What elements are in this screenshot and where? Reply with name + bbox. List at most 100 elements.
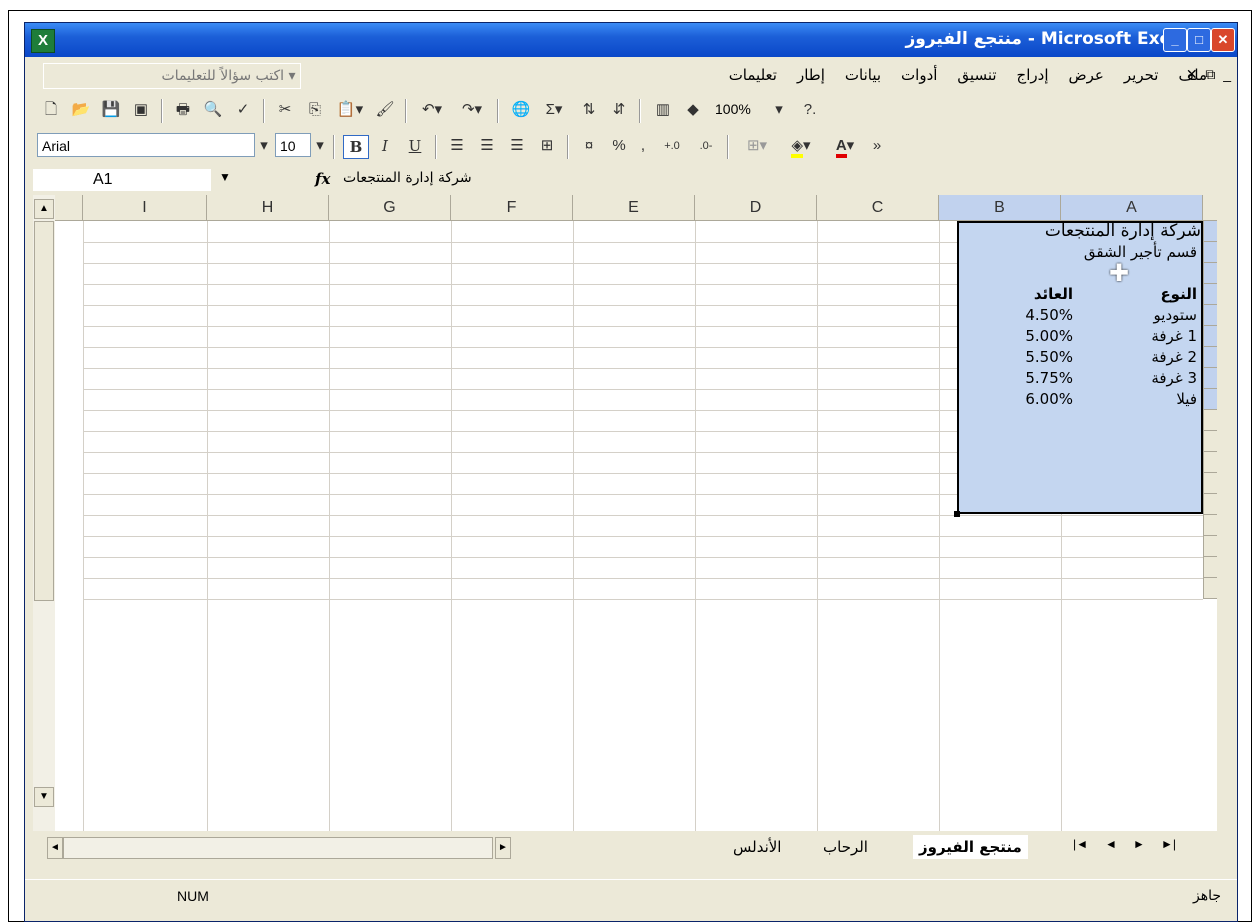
undo-icon[interactable]: ↶▾ bbox=[415, 99, 449, 121]
align-right-icon[interactable]: ☰ bbox=[505, 135, 529, 157]
new-icon[interactable]: 🗋 bbox=[39, 99, 63, 121]
bold-button[interactable]: B bbox=[343, 135, 369, 159]
row-header[interactable]: 12 bbox=[1203, 452, 1217, 473]
save-icon[interactable]: 💾 bbox=[99, 99, 123, 121]
hyperlink-icon[interactable]: 🌐 bbox=[509, 99, 533, 121]
scroll-thumb[interactable] bbox=[34, 221, 54, 601]
cell-a4[interactable]: النوع bbox=[1160, 284, 1197, 305]
row-header[interactable]: 16 bbox=[1203, 536, 1217, 557]
fill-color-icon[interactable]: ◈▾ bbox=[781, 135, 821, 158]
toolbar-options-icon[interactable]: » bbox=[867, 135, 887, 157]
column-header-h[interactable]: H bbox=[207, 195, 329, 221]
zoom-dropdown-icon[interactable]: ▾ bbox=[771, 99, 787, 121]
menu-window[interactable]: إطار bbox=[797, 66, 825, 84]
percent-icon[interactable]: % bbox=[607, 135, 631, 157]
column-header-e[interactable]: E bbox=[573, 195, 695, 221]
format-painter-icon[interactable]: 🖌 bbox=[373, 99, 397, 121]
cell-a7[interactable]: 2 غرفة bbox=[1151, 347, 1197, 368]
currency-icon[interactable]: ¤ bbox=[577, 135, 601, 157]
select-all-corner[interactable] bbox=[1203, 195, 1217, 221]
chart-wizard-icon[interactable]: ▥ bbox=[651, 99, 675, 121]
column-header-c[interactable]: C bbox=[817, 195, 939, 221]
menu-format[interactable]: تنسيق bbox=[957, 66, 996, 84]
spelling-icon[interactable]: ✓ bbox=[231, 99, 255, 121]
row-header[interactable]: 9 bbox=[1203, 389, 1217, 410]
close-button[interactable]: ✕ bbox=[1211, 28, 1235, 52]
column-header-a[interactable]: A bbox=[1061, 195, 1203, 221]
sheet-tab-fairouz[interactable]: منتجع الفيروز bbox=[913, 835, 1028, 859]
name-box-dropdown-icon[interactable]: ▼ bbox=[219, 170, 231, 184]
column-header-g[interactable]: G bbox=[329, 195, 451, 221]
menu-help[interactable]: تعليمات bbox=[729, 66, 777, 84]
print-preview-icon[interactable]: 🔍 bbox=[201, 99, 225, 121]
copy-icon[interactable]: ⎘ bbox=[303, 99, 327, 121]
autosum-icon[interactable]: Σ▾ bbox=[537, 99, 571, 121]
sort-descending-icon[interactable]: ⇵ bbox=[607, 99, 631, 121]
scroll-left-icon[interactable]: ◄ bbox=[47, 837, 63, 859]
sheet-tab-andalus[interactable]: الأندلس bbox=[733, 835, 781, 859]
scroll-right-icon[interactable]: ► bbox=[495, 837, 511, 859]
fill-handle[interactable] bbox=[954, 511, 960, 517]
row-header[interactable]: 13 bbox=[1203, 473, 1217, 494]
help-search-input[interactable]: اكتب سؤالاً للتعليمات ▾ bbox=[43, 63, 301, 89]
column-header-f[interactable]: F bbox=[451, 195, 573, 221]
row-header[interactable]: 2 bbox=[1203, 242, 1217, 263]
row-header[interactable]: 11 bbox=[1203, 431, 1217, 452]
underline-button[interactable]: U bbox=[403, 135, 427, 157]
paste-icon[interactable]: 📋▾ bbox=[333, 99, 367, 121]
cut-icon[interactable]: ✂ bbox=[273, 99, 297, 121]
name-box[interactable]: A1 bbox=[33, 169, 211, 191]
font-name-dropdown-icon[interactable]: ▾ bbox=[257, 135, 271, 157]
tab-first-icon[interactable]: |◄ bbox=[1073, 837, 1088, 851]
column-header-i[interactable]: I bbox=[83, 195, 207, 221]
font-color-icon[interactable]: A▾ bbox=[825, 135, 865, 158]
cell-a6[interactable]: 1 غرفة bbox=[1151, 326, 1197, 347]
formula-input[interactable]: شركة إدارة المنتجعات bbox=[343, 170, 472, 186]
menu-file[interactable]: ملف bbox=[1178, 66, 1207, 84]
row-header[interactable]: 1 bbox=[1203, 221, 1217, 242]
row-header[interactable]: 18 bbox=[1203, 578, 1217, 599]
drawing-icon[interactable]: ◆ bbox=[681, 99, 705, 121]
cell-b4[interactable]: العائد bbox=[1034, 284, 1073, 305]
font-name-select[interactable]: Arial bbox=[37, 133, 255, 157]
cell-a8[interactable]: 3 غرفة bbox=[1151, 368, 1197, 389]
sheet-tab-rehab[interactable]: الرحاب bbox=[823, 835, 868, 859]
cell-a2[interactable]: قسم تأجير الشقق bbox=[1084, 242, 1197, 263]
cell-b9[interactable]: 6.00% bbox=[1025, 389, 1073, 410]
comma-icon[interactable]: , bbox=[635, 135, 651, 157]
italic-button[interactable]: I bbox=[373, 135, 397, 157]
excel-icon[interactable]: X bbox=[31, 29, 55, 53]
align-left-icon[interactable]: ☰ bbox=[445, 135, 469, 157]
menu-view[interactable]: عرض bbox=[1069, 66, 1104, 84]
row-header[interactable]: 7 bbox=[1203, 347, 1217, 368]
tab-last-icon[interactable]: ►| bbox=[1161, 837, 1176, 851]
maximize-button[interactable]: □ bbox=[1187, 28, 1211, 52]
open-icon[interactable]: 📂 bbox=[69, 99, 93, 121]
cell-a1[interactable]: شركة إدارة المنتجعات bbox=[1045, 221, 1201, 242]
cell-b6[interactable]: 5.00% bbox=[1025, 326, 1073, 347]
align-center-icon[interactable]: ☰ bbox=[475, 135, 499, 157]
font-size-select[interactable]: 10 bbox=[275, 133, 311, 157]
row-header[interactable]: 10 bbox=[1203, 410, 1217, 431]
cell-b5[interactable]: 4.50% bbox=[1025, 305, 1073, 326]
cell-b8[interactable]: 5.75% bbox=[1025, 368, 1073, 389]
print-icon[interactable]: 🖶 bbox=[171, 99, 195, 121]
cell-a5[interactable]: ستوديو bbox=[1154, 305, 1197, 326]
row-header[interactable]: 17 bbox=[1203, 557, 1217, 578]
borders-icon[interactable]: ⊞▾ bbox=[737, 135, 777, 157]
increase-decimal-icon[interactable]: +.0 bbox=[657, 135, 687, 157]
redo-icon[interactable]: ↷▾ bbox=[455, 99, 489, 121]
column-header-d[interactable]: D bbox=[695, 195, 817, 221]
cell-b7[interactable]: 5.50% bbox=[1025, 347, 1073, 368]
menu-insert[interactable]: إدراج bbox=[1017, 66, 1049, 84]
minimize-button[interactable]: _ bbox=[1163, 28, 1187, 52]
fx-icon[interactable]: fx bbox=[315, 170, 330, 188]
menu-data[interactable]: بيانات bbox=[845, 66, 881, 84]
menu-edit[interactable]: تحرير bbox=[1124, 66, 1159, 84]
sort-ascending-icon[interactable]: ⇅ bbox=[577, 99, 601, 121]
decrease-decimal-icon[interactable]: .0- bbox=[691, 135, 721, 157]
row-header[interactable]: 5 bbox=[1203, 305, 1217, 326]
menu-tools[interactable]: أدوات bbox=[901, 66, 937, 84]
row-header[interactable]: 4 bbox=[1203, 284, 1217, 305]
tab-prev-icon[interactable]: ◄ bbox=[1105, 837, 1117, 851]
